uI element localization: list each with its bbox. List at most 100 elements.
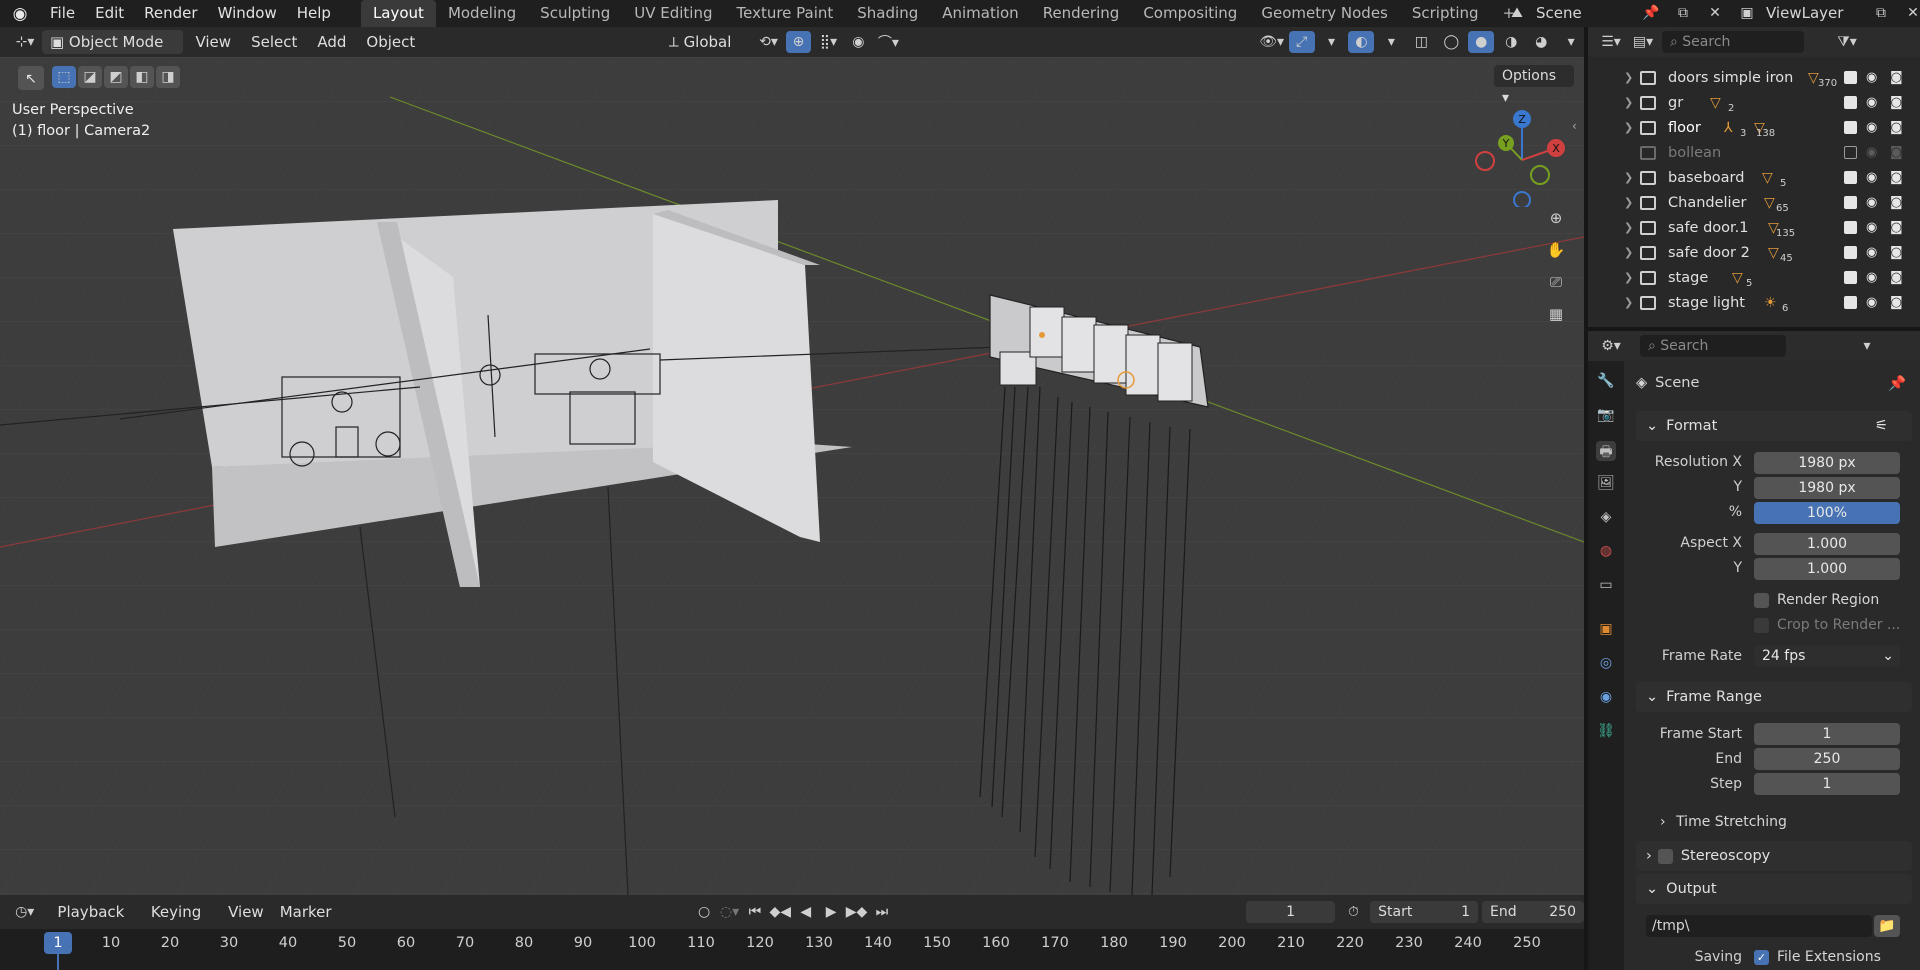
modifier-tab-icon[interactable]: ◎ [1596,655,1616,675]
camera-icon[interactable]: ◙ [1890,245,1903,260]
wireframe-shading-icon[interactable]: ◯ [1438,31,1464,53]
camera-icon[interactable]: ◙ [1890,120,1903,135]
object-tab-icon[interactable]: ▣ [1596,621,1616,641]
frame-range-section-header[interactable]: ⌄ Frame Range [1636,682,1912,712]
eye-icon[interactable]: ◉ [1866,70,1877,85]
expand-arrow-icon[interactable]: ❯ [1624,246,1633,259]
eye-icon[interactable]: ◉ [1866,295,1877,310]
include-checkbox[interactable] [1844,271,1857,284]
menu-window[interactable]: Window [208,0,287,27]
frame-step-field[interactable]: 1 [1754,773,1900,795]
menu-marker[interactable]: Marker [272,900,340,924]
mode-select[interactable]: ▣ Object Mode ▾ [41,30,184,75]
timeline-editor-icon[interactable]: ◷▾ [12,901,37,923]
proportional-edit-icon[interactable]: ◉ [845,31,871,53]
outliner-row[interactable]: ❯ Chandelier ▽ 65 ◉ ◙ [1588,190,1920,215]
time-stretching-subpanel[interactable]: › Time Stretching [1660,814,1787,830]
properties-search[interactable]: ⌕ Search [1640,335,1786,357]
frame-rate-select[interactable]: 24 fps ⌄ [1754,645,1900,667]
snap-icon[interactable]: ⊕ [785,31,812,53]
pin-context-icon[interactable]: 📌 [1888,375,1906,392]
keying-set-icon[interactable]: ◌▾ [717,901,742,923]
render-tab-icon[interactable]: 📷 [1596,407,1616,427]
expand-arrow-icon[interactable]: ❯ [1624,121,1633,134]
tab-compositing[interactable]: Compositing [1131,0,1249,27]
expand-arrow-icon[interactable]: ❯ [1624,296,1633,309]
tab-texture-paint[interactable]: Texture Paint [724,0,845,27]
display-mode-icon[interactable]: ▤▾ [1630,31,1656,53]
menu-view[interactable]: View [187,30,239,54]
menu-keying[interactable]: Keying ▾ [143,900,220,945]
xray-icon[interactable]: ◫ [1408,31,1434,53]
tab-shading[interactable]: Shading [845,0,930,27]
include-checkbox[interactable] [1844,146,1857,159]
pivot-icon[interactable]: ⟲▾ [756,31,782,53]
overlays-dropdown-icon[interactable]: ▾ [1378,31,1404,53]
auto-keying-icon[interactable]: ○ [691,901,716,923]
tab-rendering[interactable]: Rendering [1031,0,1132,27]
resolution-percent-slider[interactable]: 100% [1754,502,1900,524]
include-checkbox[interactable] [1844,71,1857,84]
overlays-icon[interactable]: ◐ [1348,31,1375,53]
select-extend-icon[interactable]: ◪ [78,66,102,88]
menu-help[interactable]: Help [287,0,341,27]
eye-icon[interactable]: ◉ [1866,245,1877,260]
select-intersect-icon[interactable]: ◨ [156,66,180,88]
output-tab-icon[interactable]: 🖶 [1596,441,1616,461]
menu-file[interactable]: File [40,0,85,27]
solid-shading-icon[interactable]: ● [1468,31,1495,53]
outliner-row[interactable]: ❯ gr ▽ 2 ◉ ◙ [1588,90,1920,115]
eye-icon[interactable]: ◉ [1866,270,1877,285]
select-tool-box[interactable]: ↖ [18,66,44,90]
area-divider-horizontal[interactable] [1588,327,1920,331]
aspect-x-field[interactable]: 1.000 [1754,533,1900,555]
tab-animation[interactable]: Animation [930,0,1030,27]
jump-end-icon[interactable]: ⏭ [869,901,894,923]
expand-arrow-icon[interactable]: ❯ [1624,271,1633,284]
orientation-select[interactable]: ⟂ Global ▾ [661,30,752,75]
play-icon[interactable]: ▶ [818,901,843,923]
output-section-header[interactable]: ⌄ Output [1636,874,1912,904]
collection-tab-icon[interactable]: ▭ [1596,577,1616,597]
material-shading-icon[interactable]: ◑ [1498,31,1524,53]
scene-icon[interactable]: ⛰ [1504,2,1530,24]
scene-tab-icon[interactable]: ◈ [1596,509,1616,529]
expand-arrow-icon[interactable]: ❯ [1624,71,1633,84]
crop-checkbox[interactable]: Crop to Render ... [1754,617,1900,633]
ortho-grid-icon[interactable]: ▦ [1543,303,1569,325]
view-layer-tab-icon[interactable]: 🖼 [1596,475,1616,495]
menu-render[interactable]: Render [134,0,207,27]
outliner-editor-icon[interactable]: ☰▾ [1598,31,1624,53]
expand-arrow-icon[interactable]: ❯ [1624,196,1633,209]
shading-dropdown-icon[interactable]: ▾ [1558,31,1584,53]
editor-type-icon[interactable]: ⊹▾ [12,31,38,53]
prev-keyframe-icon[interactable]: ◆◀ [768,901,793,923]
eye-icon[interactable]: ◉ [1866,95,1877,110]
tab-geometry-nodes[interactable]: Geometry Nodes [1249,0,1400,27]
tab-uv-editing[interactable]: UV Editing [622,0,724,27]
scene-name[interactable]: Scene [1536,4,1632,22]
options-button[interactable]: Options ▾ [1494,65,1574,106]
include-checkbox[interactable] [1844,221,1857,234]
play-reverse-icon[interactable]: ◀ [793,901,818,923]
eye-icon[interactable]: ◉ [1866,220,1877,235]
camera-icon[interactable]: ◙ [1890,195,1903,210]
new-view-layer-icon[interactable]: ⧉ [1868,2,1894,24]
eye-icon[interactable]: ◉ [1866,195,1877,210]
camera-icon[interactable]: ◙ [1890,95,1903,110]
eye-icon[interactable]: ◉ [1866,145,1877,160]
view-layer-icon[interactable]: ▣ [1734,2,1760,24]
select-new-icon[interactable]: ⬚ [52,66,76,88]
outliner-row[interactable]: ❯ baseboard ▽ 5 ◉ ◙ [1588,165,1920,190]
resolution-y-field[interactable]: 1980 px [1754,477,1900,499]
camera-icon[interactable]: ◙ [1890,145,1903,160]
expand-arrow-icon[interactable]: ❯ [1624,221,1633,234]
pin-icon[interactable]: 📌 [1638,2,1664,24]
tab-scripting[interactable]: Scripting [1400,0,1491,27]
gizmo-icon[interactable]: ⤢ [1288,31,1315,53]
output-path-field[interactable]: /tmp\ [1646,915,1872,937]
expand-arrow-icon[interactable]: ❯ [1624,96,1633,109]
include-checkbox[interactable] [1844,246,1857,259]
blender-logo-icon[interactable]: ◉ [0,4,40,24]
physics-tab-icon[interactable]: ◉ [1596,689,1616,709]
